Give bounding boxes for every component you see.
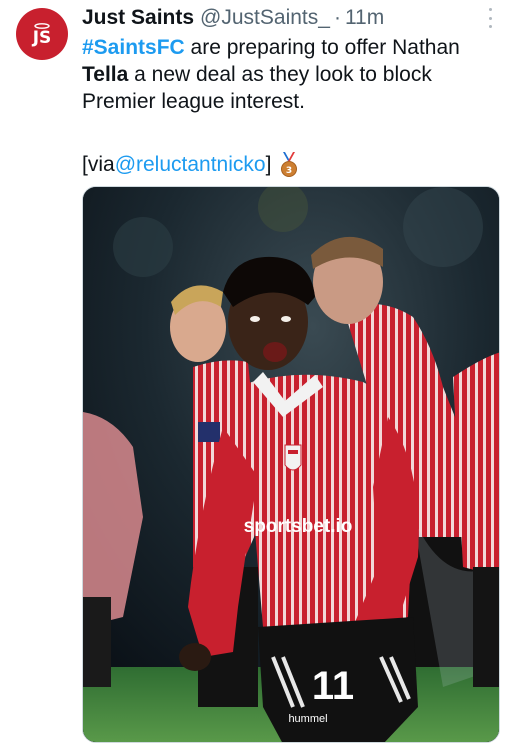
avatar[interactable]: JS <box>16 8 68 60</box>
tweet-text-line2: a new deal as they look to block <box>128 63 432 86</box>
tweet-text-line1: are preparing to offer Nathan <box>184 36 460 59</box>
author-handle[interactable]: @JustSaints_ <box>200 6 330 30</box>
mention-link[interactable]: @reluctantnicko <box>115 151 266 178</box>
player-name: Tella <box>82 63 129 86</box>
tweet-header: Just Saints @JustSaints_ · 11m <box>82 4 384 32</box>
tweet-text-line3: Premier league interest. <box>82 90 305 113</box>
source-credit: [via @reluctantnicko ] 3 <box>82 151 299 178</box>
photo-football-celebration: sportsbet.io 11 hummel <box>83 187 499 742</box>
sponsor-text: sportsbet.io <box>244 516 353 537</box>
avatar-initials: JS <box>32 27 52 48</box>
third-place-medal-icon: 3 <box>281 151 298 177</box>
svg-text:3: 3 <box>286 166 292 176</box>
separator-dot: · <box>333 6 341 29</box>
tweet-text: #SaintsFC are preparing to offer Nathan … <box>82 34 502 115</box>
author-name[interactable]: Just Saints <box>82 6 194 30</box>
more-options-icon[interactable] <box>487 8 493 28</box>
hashtag-link[interactable]: #SaintsFC <box>82 36 185 59</box>
via-suffix: ] <box>265 153 272 176</box>
via-prefix: [via <box>82 153 115 176</box>
kit-brand: hummel <box>288 713 327 725</box>
tweet[interactable]: JS Just Saints @JustSaints_ · 11m #Saint… <box>0 0 515 750</box>
timestamp[interactable]: 11m <box>345 6 384 30</box>
shirt-number: 11 <box>312 664 354 708</box>
tweet-photo[interactable]: sportsbet.io 11 hummel <box>82 186 500 743</box>
